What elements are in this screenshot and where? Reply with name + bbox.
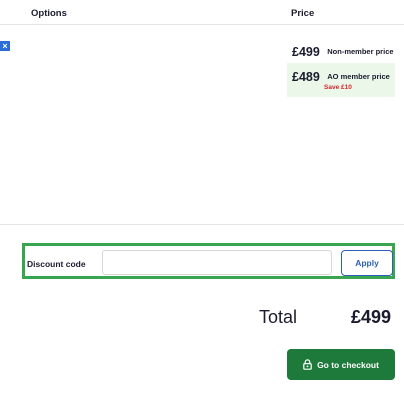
checkout-label: Go to checkout (317, 359, 379, 370)
non-member-price-label: Non-member price (327, 47, 394, 57)
member-price-label: AO member price (327, 72, 390, 82)
close-icon[interactable]: × (0, 41, 10, 51)
divider (0, 224, 404, 225)
non-member-price: £499 Non-member price (292, 43, 394, 61)
discount-code-section: Discount code Apply (22, 243, 395, 279)
lock-icon (303, 359, 312, 370)
non-member-price-value: £499 (292, 44, 320, 59)
member-price-box: £489 AO member price Save £10 (287, 63, 395, 97)
apply-button[interactable]: Apply (341, 250, 393, 276)
checkout-button[interactable]: Go to checkout (287, 349, 395, 380)
options-column-header: Options (31, 8, 67, 19)
member-price-value: £489 (292, 69, 320, 84)
total-value: £499 (351, 307, 392, 327)
total-label: Total (259, 307, 298, 327)
discount-code-label: Discount code (27, 259, 86, 269)
saving-text: Save £10 (324, 84, 352, 91)
table-header: Options Price (0, 0, 404, 25)
price-column-header: Price (291, 8, 315, 19)
discount-code-input[interactable] (102, 250, 332, 275)
